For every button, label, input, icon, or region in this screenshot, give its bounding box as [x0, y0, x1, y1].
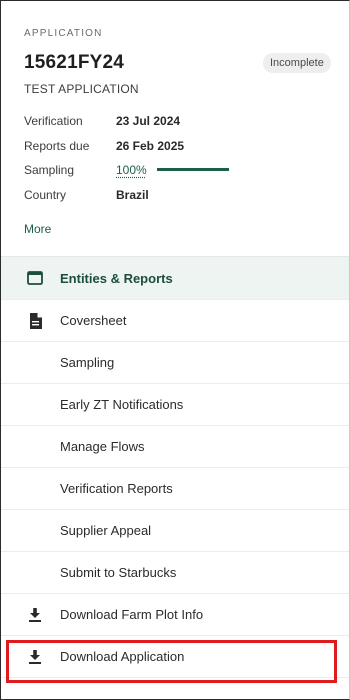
section-label: APPLICATION	[24, 28, 103, 39]
nav-item-label: Download Farm Plot Info	[60, 607, 204, 622]
download-icon	[26, 606, 44, 624]
nav-item-label: Entities & Reports	[60, 270, 173, 286]
nav-item-early-zt-notifications[interactable]: Early ZT Notifications	[1, 384, 349, 426]
status-badge: Incomplete	[263, 53, 331, 73]
verification-label: Verification	[24, 114, 83, 128]
application-id: 15621FY24	[24, 52, 125, 73]
application-sidebar: APPLICATION 15621FY24 Incomplete TEST AP…	[0, 0, 350, 700]
verification-value: 23 Jul 2024	[116, 114, 181, 128]
nav-item-label: Manage Flows	[60, 439, 145, 454]
application-name: TEST APPLICATION	[24, 82, 139, 96]
reports-due-label: Reports due	[24, 139, 90, 153]
nav-item-label: Submit to Starbucks	[60, 565, 177, 580]
country-label: Country	[24, 188, 67, 202]
nav-item-entities-reports[interactable]: Entities & Reports	[1, 257, 349, 300]
nav-item-sampling[interactable]: Sampling	[1, 342, 349, 384]
nav-item-label: Sampling	[60, 355, 115, 370]
nav-item-label: Verification Reports	[60, 481, 173, 496]
sampling-progress-fill	[157, 168, 229, 171]
nav-item-supplier-appeal[interactable]: Supplier Appeal	[1, 510, 349, 552]
sampling-label: Sampling	[24, 163, 75, 177]
nav-item-submit-to-starbucks[interactable]: Submit to Starbucks	[1, 552, 349, 594]
download-icon	[26, 648, 44, 666]
nav-item-download-application[interactable]: Download Application	[1, 636, 349, 678]
nav-item-download-farm-plot-info[interactable]: Download Farm Plot Info	[1, 594, 349, 636]
nav-item-label: Download Application	[60, 649, 185, 664]
sampling-progress-bar	[157, 168, 229, 171]
nav-item-manage-flows[interactable]: Manage Flows	[1, 426, 349, 468]
nav-item-label: Coversheet	[60, 313, 127, 328]
country-value: Brazil	[116, 188, 149, 202]
sidebar-nav: Entities & Reports Coversheet Sampling E…	[1, 257, 349, 678]
nav-item-verification-reports[interactable]: Verification Reports	[1, 468, 349, 510]
nav-item-label: Early ZT Notifications	[60, 397, 184, 412]
sampling-value-link[interactable]: 100%	[116, 163, 147, 177]
window-icon	[26, 269, 44, 287]
more-link[interactable]: More	[24, 222, 51, 236]
nav-item-coversheet[interactable]: Coversheet	[1, 300, 349, 342]
reports-due-value: 26 Feb 2025	[116, 139, 185, 153]
nav-item-label: Supplier Appeal	[60, 523, 152, 538]
document-icon	[26, 312, 44, 330]
